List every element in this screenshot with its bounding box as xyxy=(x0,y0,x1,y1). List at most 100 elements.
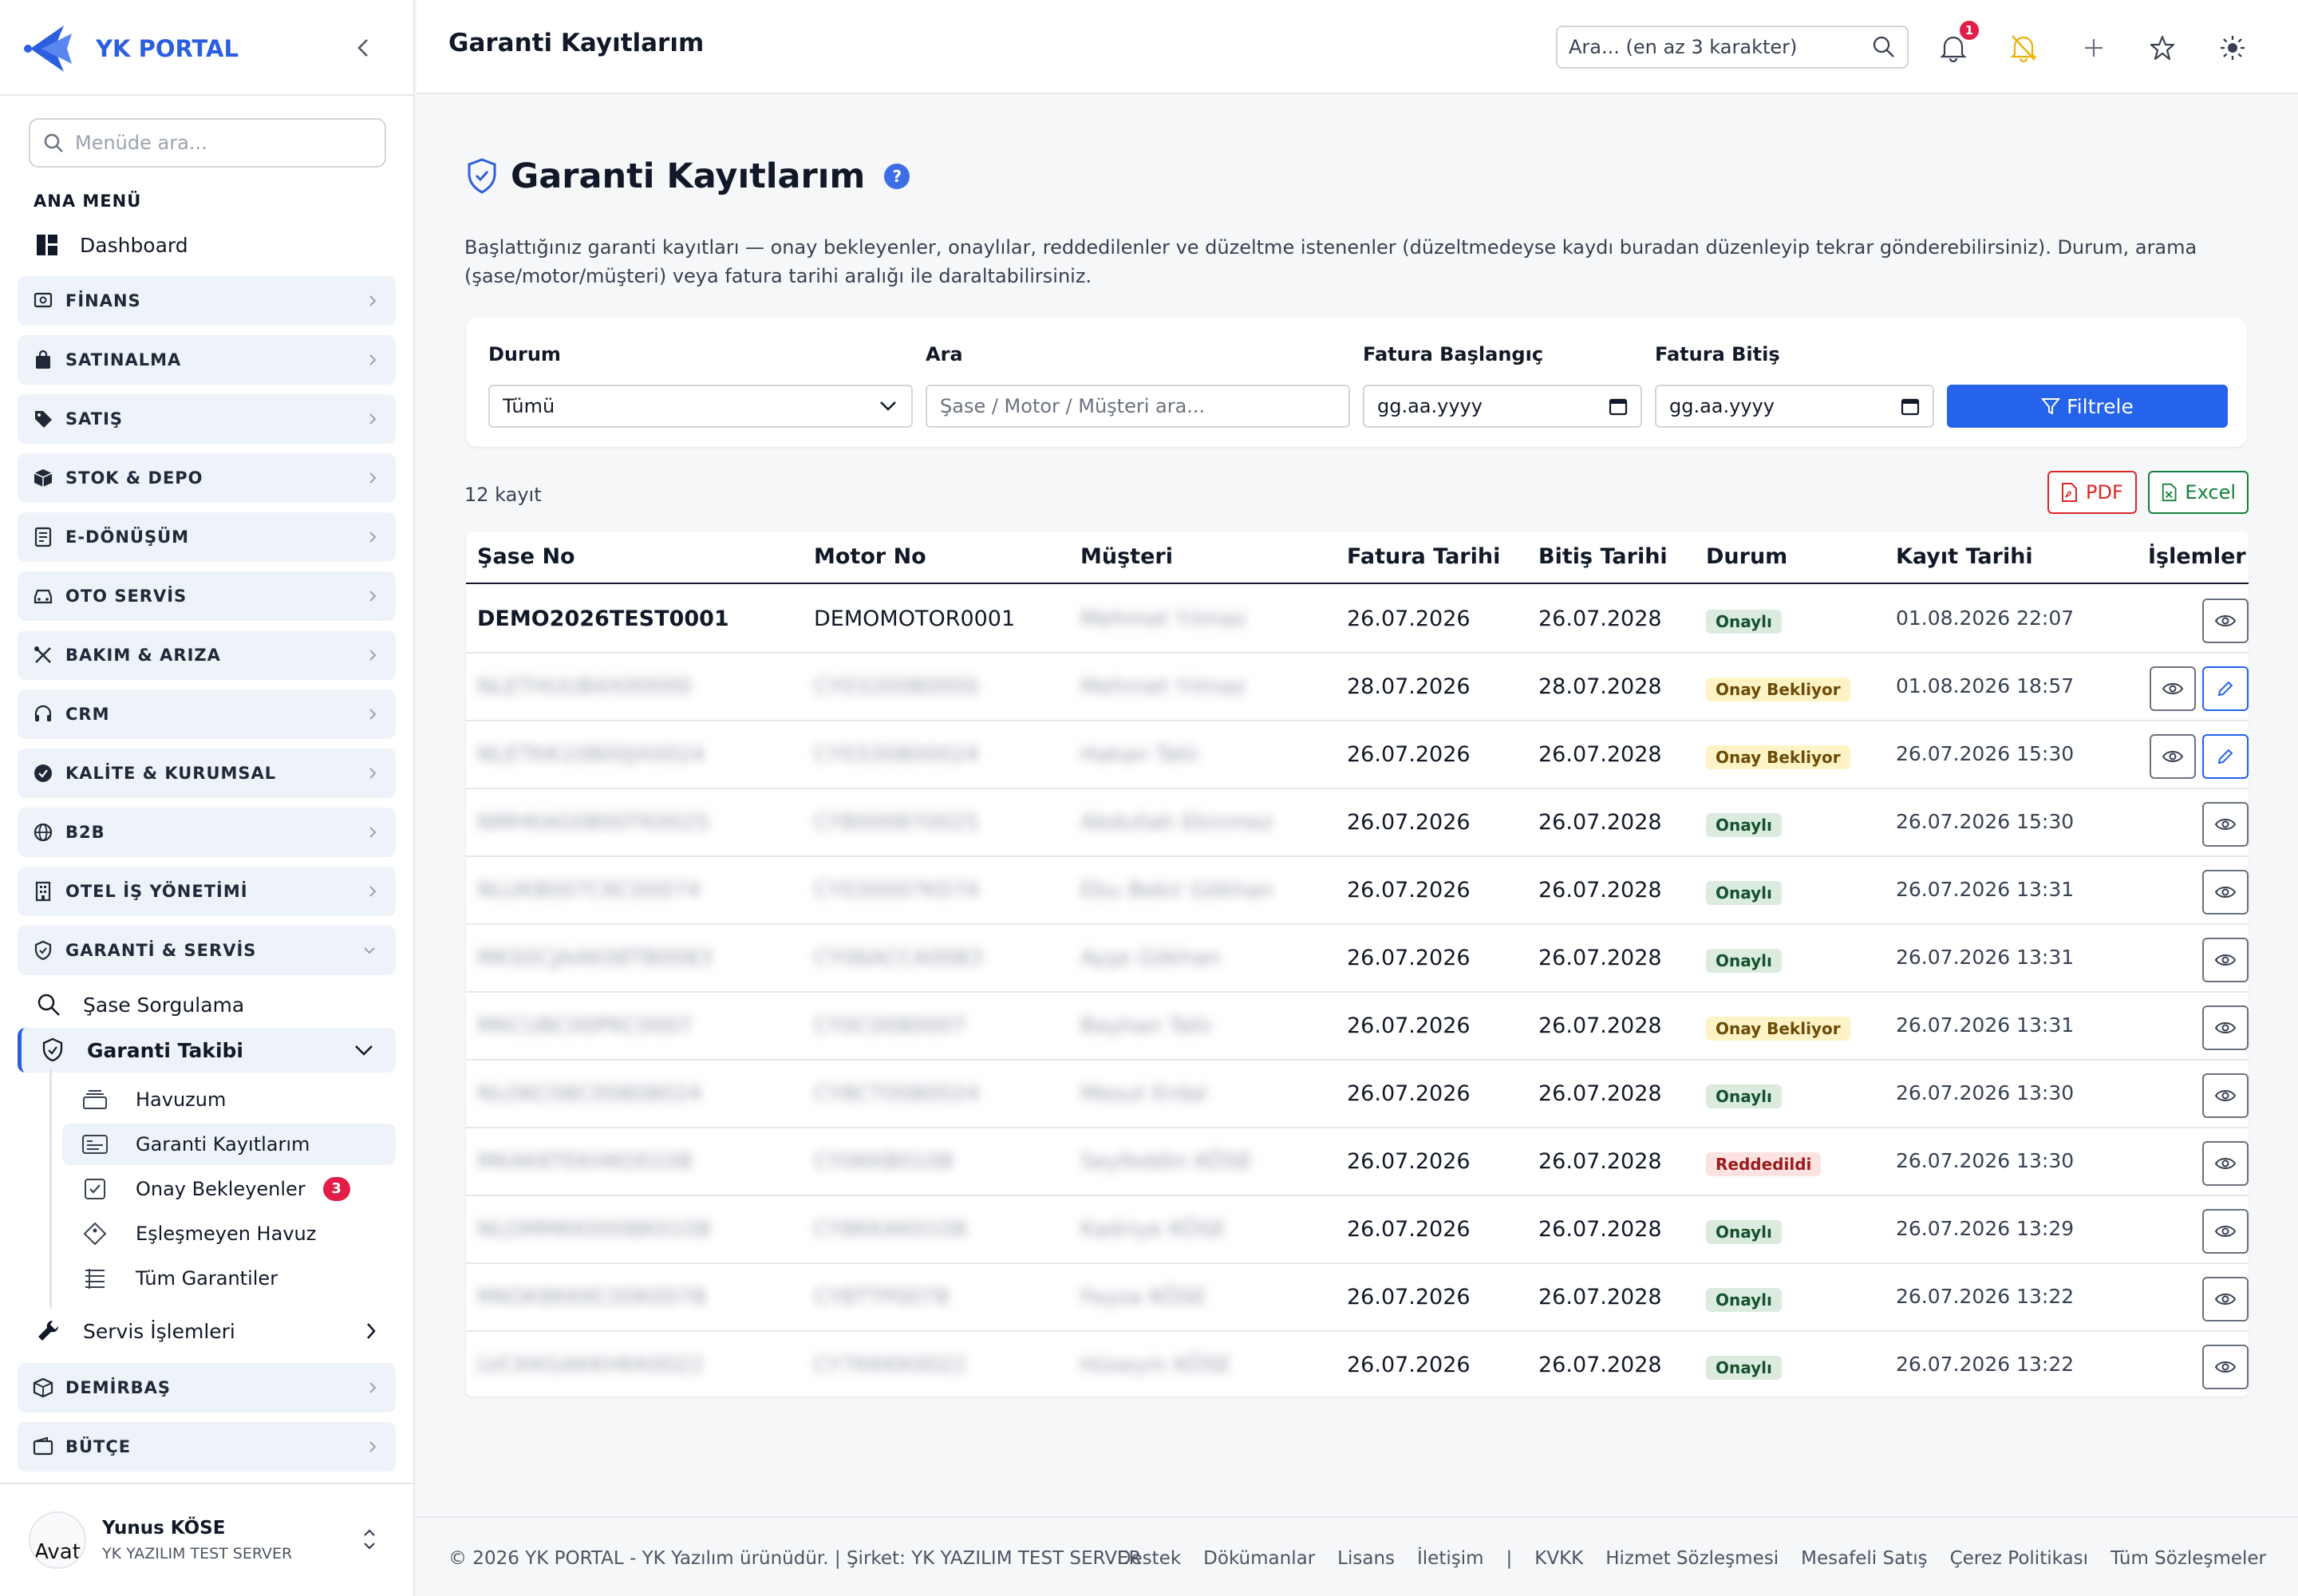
eye-icon xyxy=(2214,954,2237,966)
footer-link-mesafeli[interactable]: Mesafeli Satış xyxy=(1801,1548,1928,1569)
column-header-kayit-tarihi[interactable]: Kayıt Tarihi xyxy=(1896,544,2033,569)
view-button[interactable] xyxy=(2202,1345,2249,1389)
footer-link-iletisim[interactable]: İletişim xyxy=(1417,1548,1484,1569)
edit-button[interactable] xyxy=(2202,734,2249,779)
global-search-input[interactable]: Ara... (en az 3 karakter) xyxy=(1556,26,1909,69)
view-button[interactable] xyxy=(2202,1209,2249,1254)
sidebar-category-oto-servis[interactable]: OTO SERVİS xyxy=(18,571,396,621)
sidebar-item-onay-bekleyenler[interactable]: Onay Bekleyenler 3 xyxy=(62,1168,396,1210)
view-button[interactable] xyxy=(2202,1005,2249,1050)
status-select[interactable]: Tümü xyxy=(488,385,913,428)
view-button[interactable] xyxy=(2202,938,2249,982)
export-excel-button[interactable]: Excel xyxy=(2148,471,2249,514)
favorites-button[interactable] xyxy=(2145,30,2180,65)
sidebar-category-bakim[interactable]: BAKIM & ARIZA xyxy=(18,630,396,680)
sidebar-category-satinalma[interactable]: SATINALMA xyxy=(18,335,396,385)
invoice-end-date-input[interactable]: gg.aa.yyyy xyxy=(1655,385,1934,428)
view-button[interactable] xyxy=(2202,870,2249,915)
cell-bitis-tarihi: 26.07.2028 xyxy=(1538,1353,1662,1377)
chevron-right-icon xyxy=(369,650,377,661)
chevron-right-icon xyxy=(369,591,377,602)
add-button[interactable] xyxy=(2076,30,2111,65)
user-switch-button[interactable] xyxy=(361,1526,378,1553)
cell-motor-no: CY0330800024 xyxy=(814,742,979,767)
sidebar-category-otel[interactable]: OTEL İŞ YÖNETİMİ xyxy=(18,867,396,916)
footer-link-cerez[interactable]: Çerez Politikası xyxy=(1950,1548,2088,1569)
user-profile[interactable]: Avat Yunus KÖSE YK YAZILIM TEST SERVER xyxy=(29,1511,292,1569)
cell-bitis-tarihi: 26.07.2028 xyxy=(1538,1217,1662,1242)
view-button[interactable] xyxy=(2202,1073,2249,1118)
sidebar-item-garanti-kayitlarim[interactable]: Garanti Kayıtlarım xyxy=(62,1124,396,1165)
sidebar-item-label: Dashboard xyxy=(80,233,188,257)
sidebar-category-finans[interactable]: FİNANS xyxy=(18,276,396,326)
table-row: MKS0CJAAK08TB0083 CY06ACCA0083 Ayşe Gökhan… xyxy=(466,925,2249,993)
view-button[interactable] xyxy=(2202,598,2249,643)
column-header-bitis-tarihi[interactable]: Bitiş Tarihi xyxy=(1538,544,1668,569)
column-header-sase[interactable]: Şase No xyxy=(477,544,575,569)
export-pdf-button[interactable]: PDF xyxy=(2047,471,2137,514)
sidebar-category-satis[interactable]: SATIŞ xyxy=(18,394,396,444)
chevron-right-icon xyxy=(369,1382,377,1393)
status-badge: Onaylı xyxy=(1706,610,1782,634)
finance-icon xyxy=(32,290,54,312)
view-button[interactable] xyxy=(2202,802,2249,847)
footer-link-hizmet[interactable]: Hizmet Sözleşmesi xyxy=(1605,1548,1779,1569)
cell-motor-no: CY06ACCA0083 xyxy=(814,946,984,970)
sidebar-category-b2b[interactable]: B2B xyxy=(18,808,396,857)
logo[interactable]: YK PORTAL xyxy=(22,21,239,77)
badge-check-icon xyxy=(32,762,54,784)
table-row: NLOKC08C00808024 CY8CT0080024 Mesut Erdal 2… xyxy=(466,1061,2249,1128)
sidebar-category-kalite[interactable]: KALİTE & KURUMSAL xyxy=(18,749,396,798)
menu-search-input[interactable]: Menüde ara... xyxy=(29,118,386,168)
collapse-sidebar-button[interactable] xyxy=(351,32,377,64)
chevron-right-icon xyxy=(369,768,377,779)
view-button[interactable] xyxy=(2202,1141,2249,1186)
filter-button[interactable]: Filtrele xyxy=(1947,385,2228,428)
search-filter-input[interactable]: Şase / Motor / Müşteri ara... xyxy=(926,385,1350,428)
column-header-motor[interactable]: Motor No xyxy=(814,544,926,569)
sidebar-item-label: Garanti Kayıtlarım xyxy=(136,1133,310,1156)
chevron-up-down-icon xyxy=(364,1529,375,1550)
tools-icon xyxy=(32,644,54,666)
sidebar-category-crm[interactable]: CRM xyxy=(18,689,396,739)
sidebar-category-butce[interactable]: BÜTÇE xyxy=(18,1422,396,1472)
column-header-durum[interactable]: Durum xyxy=(1706,544,1787,569)
mute-notifications-button[interactable] xyxy=(2006,30,2041,65)
sidebar-category-garanti[interactable]: GARANTİ & SERVİS xyxy=(18,926,396,975)
plus-icon xyxy=(2085,39,2103,57)
sidebar-item-garanti-takibi[interactable]: Garanti Takibi xyxy=(18,1028,396,1073)
sidebar-item-sase-sorgulama[interactable]: Şase Sorgulama xyxy=(35,987,244,1022)
footer-separator: | xyxy=(1506,1548,1513,1569)
sidebar-item-dashboard[interactable]: Dashboard xyxy=(35,228,188,262)
footer-link-dokumanlar[interactable]: Dökümanlar xyxy=(1203,1548,1315,1569)
table-row: NMHKAG0800TK0025 CY8000870025 Abdullah Eki… xyxy=(466,789,2249,857)
view-button[interactable] xyxy=(2150,734,2196,779)
shield-check-icon xyxy=(468,158,496,194)
status-badge: Onaylı xyxy=(1706,813,1782,837)
help-icon[interactable]: ? xyxy=(884,164,910,189)
pending-count-badge: 3 xyxy=(322,1177,350,1201)
cell-kayit-tarihi: 26.07.2026 13:31 xyxy=(1896,946,2075,969)
footer-link-destek[interactable]: Destek xyxy=(1117,1548,1181,1569)
category-label: DEMİRBAŞ xyxy=(65,1378,172,1397)
footer-link-lisans[interactable]: Lisans xyxy=(1337,1548,1395,1569)
sidebar-item-eslesmeyen-havuz[interactable]: Eşleşmeyen Havuz xyxy=(62,1213,396,1254)
column-header-fatura-tarihi[interactable]: Fatura Tarihi xyxy=(1347,544,1500,569)
view-button[interactable] xyxy=(2202,1277,2249,1321)
view-button[interactable] xyxy=(2150,666,2196,711)
sidebar-item-havuzum[interactable]: Havuzum xyxy=(62,1079,396,1120)
cell-fatura-tarihi: 26.07.2026 xyxy=(1347,1013,1471,1038)
edit-button[interactable] xyxy=(2202,666,2249,711)
footer-link-kvkk[interactable]: KVKK xyxy=(1534,1548,1583,1569)
cell-musteri: Abdullah Ekinmez xyxy=(1080,810,1273,835)
sidebar-category-stok[interactable]: STOK & DEPO xyxy=(18,453,396,503)
sidebar-item-label: Onay Bekleyenler xyxy=(136,1178,306,1200)
sidebar-category-demirbas[interactable]: DEMİRBAŞ xyxy=(18,1363,396,1412)
sidebar-item-tum-garantiler[interactable]: Tüm Garantiler xyxy=(62,1258,396,1299)
sidebar-category-edonusum[interactable]: E-DÖNÜŞÜM xyxy=(18,512,396,562)
invoice-start-date-input[interactable]: gg.aa.yyyy xyxy=(1363,385,1642,428)
sidebar-item-servis-islemleri[interactable]: Servis İşlemleri xyxy=(35,1314,378,1349)
column-header-musteri[interactable]: Müşteri xyxy=(1080,544,1173,569)
footer-link-tum[interactable]: Tüm Sözleşmeler xyxy=(2110,1548,2266,1569)
theme-toggle-button[interactable] xyxy=(2215,30,2250,65)
